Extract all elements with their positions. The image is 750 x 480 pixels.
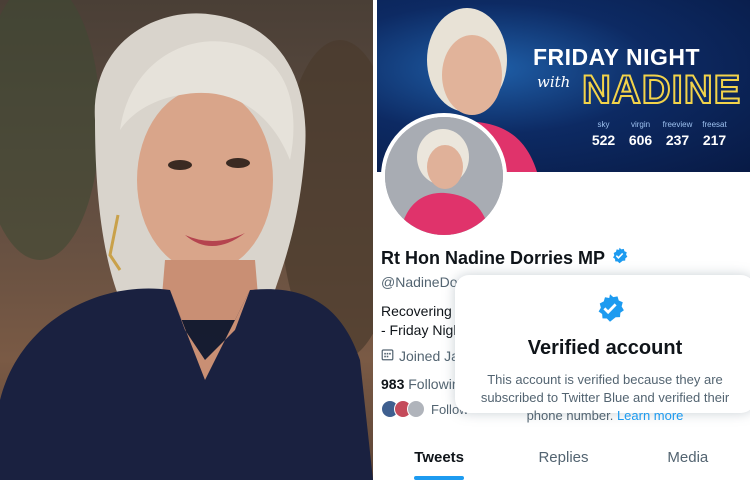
banner-show-name: NADINE (581, 67, 742, 113)
channel-number: 522 (591, 132, 616, 148)
press-photo (0, 0, 373, 480)
tab-media[interactable]: Media (626, 437, 750, 480)
popover-body: This account is verified because they ar… (467, 371, 743, 425)
channel-virgin: virgin 606 (624, 120, 657, 150)
twitter-profile-screenshot: FRIDAY NIGHT with NADINE sky 522 virgin 60… (377, 0, 750, 480)
profile-bio-line: - Friday Nigh (381, 322, 462, 338)
calendar-icon (381, 348, 394, 364)
tab-replies[interactable]: Replies (501, 437, 625, 480)
channel-list: sky 522 virgin 606 freeview 237 freesat 217 (587, 120, 731, 150)
profile-tabs: Tweets Replies Media (377, 437, 750, 480)
channel-label: virgin (630, 120, 651, 129)
channel-label: sky (597, 120, 610, 129)
profile-name: Rt Hon Nadine Dorries MP (381, 247, 606, 268)
avatar-illustration (385, 117, 503, 235)
following-count: 983 (381, 376, 405, 392)
portrait-illustration (0, 0, 373, 480)
learn-more-link[interactable]: Learn more (617, 408, 683, 423)
channel-label: freeview (662, 120, 693, 129)
profile-avatar[interactable] (381, 113, 507, 239)
joined-date: Joined Ja (381, 348, 459, 364)
channel-number: 606 (628, 132, 653, 148)
channel-freesat: freesat 217 (698, 120, 731, 150)
follower-avatars (381, 400, 425, 418)
banner-title: FRIDAY NIGHT (533, 44, 701, 70)
profile-bio-line: Recovering S (381, 303, 466, 319)
verified-badge-icon[interactable] (611, 247, 628, 269)
mini-avatar (407, 400, 425, 418)
tab-tweets[interactable]: Tweets (377, 437, 501, 480)
verified-account-popover: Verified account This account is verifie… (455, 275, 750, 423)
channel-sky: sky 522 (587, 120, 620, 150)
popover-title: Verified account (527, 337, 683, 359)
banner-with: with (537, 73, 571, 91)
popover-text: This account is verified because they ar… (480, 372, 730, 423)
channel-number: 217 (702, 132, 727, 148)
joined-text: Joined Ja (399, 348, 459, 364)
channel-freeview: freeview 237 (661, 120, 694, 150)
channel-number: 237 (665, 132, 690, 148)
channel-label: freesat (702, 120, 727, 129)
verified-badge-icon (595, 293, 625, 328)
profile-name-row: Rt Hon Nadine Dorries MP (381, 247, 628, 269)
